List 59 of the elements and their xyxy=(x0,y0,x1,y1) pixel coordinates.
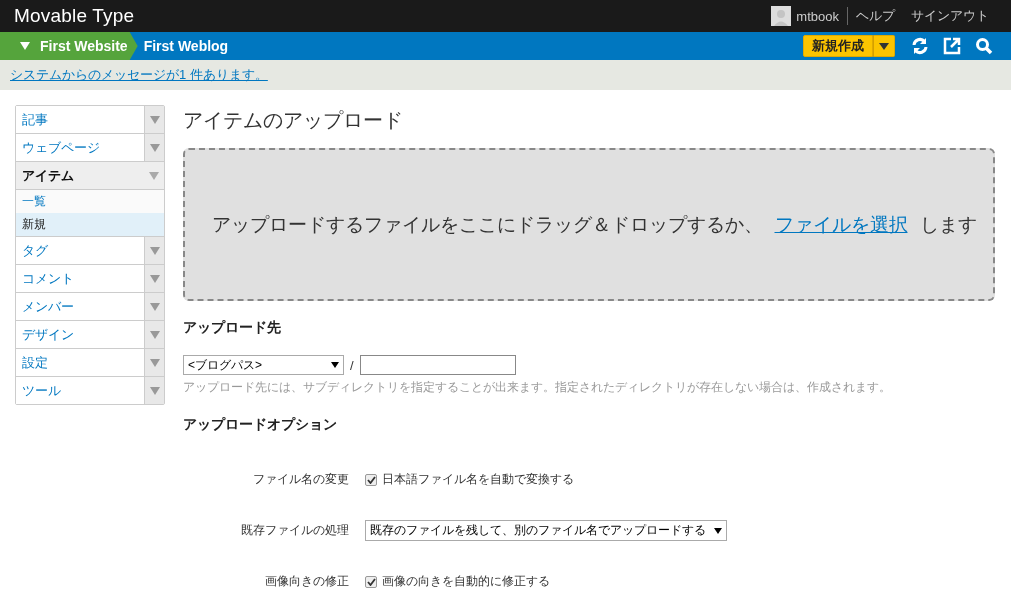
hint-text: アップロード先には、サブディレクトリを指定することが出来ます。指定されたディレクトリが存在しない場合は、作成されます。 xyxy=(183,379,892,396)
expand-toggle[interactable] xyxy=(144,293,164,320)
check-icon xyxy=(366,577,376,586)
checkbox-label: 画像の向きを自動的に修正する xyxy=(382,573,550,590)
header-link[interactable]: サインアウト xyxy=(903,7,997,25)
directory-input[interactable] xyxy=(359,355,516,375)
dropdown-button[interactable] xyxy=(873,35,895,57)
search-icon[interactable] xyxy=(975,37,993,55)
caret-icon xyxy=(149,302,160,311)
caret-icon xyxy=(149,115,160,124)
sidebar-item[interactable]: アイテム xyxy=(16,162,143,189)
checkbox-label: 日本語ファイル名を自動で変換する xyxy=(382,471,574,488)
caret-icon xyxy=(149,358,160,367)
option-select[interactable]: 既存のファイルを残して、別のファイル名でアップロードする xyxy=(365,520,727,541)
path-select[interactable]: <ブログパス> xyxy=(183,355,344,375)
caret-icon xyxy=(149,330,160,339)
expand-toggle[interactable] xyxy=(144,265,164,292)
new-button[interactable]: 新規作成 xyxy=(803,35,873,57)
drop-zone-text: アップロードするファイルをここにドラッグ＆ドロップするか、 xyxy=(211,212,763,237)
website-tab[interactable]: First Website xyxy=(0,32,138,60)
weblog-tab[interactable]: First Weblog xyxy=(137,38,229,54)
expand-toggle[interactable] xyxy=(144,106,164,133)
avatar-icon xyxy=(771,6,792,26)
caret-icon xyxy=(20,42,30,50)
caret-icon xyxy=(714,527,722,534)
submenu-item[interactable]: 一覧 xyxy=(16,190,164,213)
logo-text: Movable Type xyxy=(14,5,135,27)
check-icon xyxy=(366,475,376,484)
checkbox[interactable] xyxy=(365,575,377,588)
submenu-item[interactable]: 新規 xyxy=(16,213,164,237)
caret-icon xyxy=(331,362,339,368)
section-heading: アップロードオプション xyxy=(183,416,338,434)
section-heading: アップロード先 xyxy=(183,319,282,337)
option-label: ファイル名の変更 xyxy=(252,471,350,488)
message-link[interactable]: システムからのメッセージが1 件あります。 xyxy=(10,66,268,84)
external-link-icon[interactable] xyxy=(943,37,961,55)
expand-toggle[interactable] xyxy=(144,321,164,348)
refresh-icon[interactable] xyxy=(911,37,929,55)
drop-zone-text: します xyxy=(919,212,977,237)
checkbox[interactable] xyxy=(365,473,377,486)
expand-toggle[interactable] xyxy=(144,134,164,161)
expand-toggle[interactable] xyxy=(144,349,164,376)
caret-icon xyxy=(149,386,160,395)
caret-icon xyxy=(149,274,160,283)
caret-icon xyxy=(149,246,160,255)
caret-icon xyxy=(148,171,159,180)
path-separator: / xyxy=(350,357,354,373)
expand-toggle[interactable] xyxy=(144,377,164,404)
option-label: 画像向きの修正 xyxy=(264,573,350,590)
page-title: アイテムのアップロード xyxy=(183,108,404,133)
expand-toggle[interactable] xyxy=(143,162,164,189)
file-select-link[interactable]: ファイルを選択 xyxy=(774,211,908,238)
user-link[interactable]: mtbook xyxy=(796,8,847,24)
caret-icon xyxy=(879,42,889,50)
caret-icon xyxy=(149,143,160,152)
header-link[interactable]: ヘルプ xyxy=(847,7,903,25)
expand-toggle[interactable] xyxy=(144,237,164,264)
option-label: 既存ファイルの処理 xyxy=(240,522,350,539)
drop-zone[interactable]: アップロードするファイルをここにドラッグ＆ドロップするか、 ファイルを選択 します xyxy=(183,148,995,301)
